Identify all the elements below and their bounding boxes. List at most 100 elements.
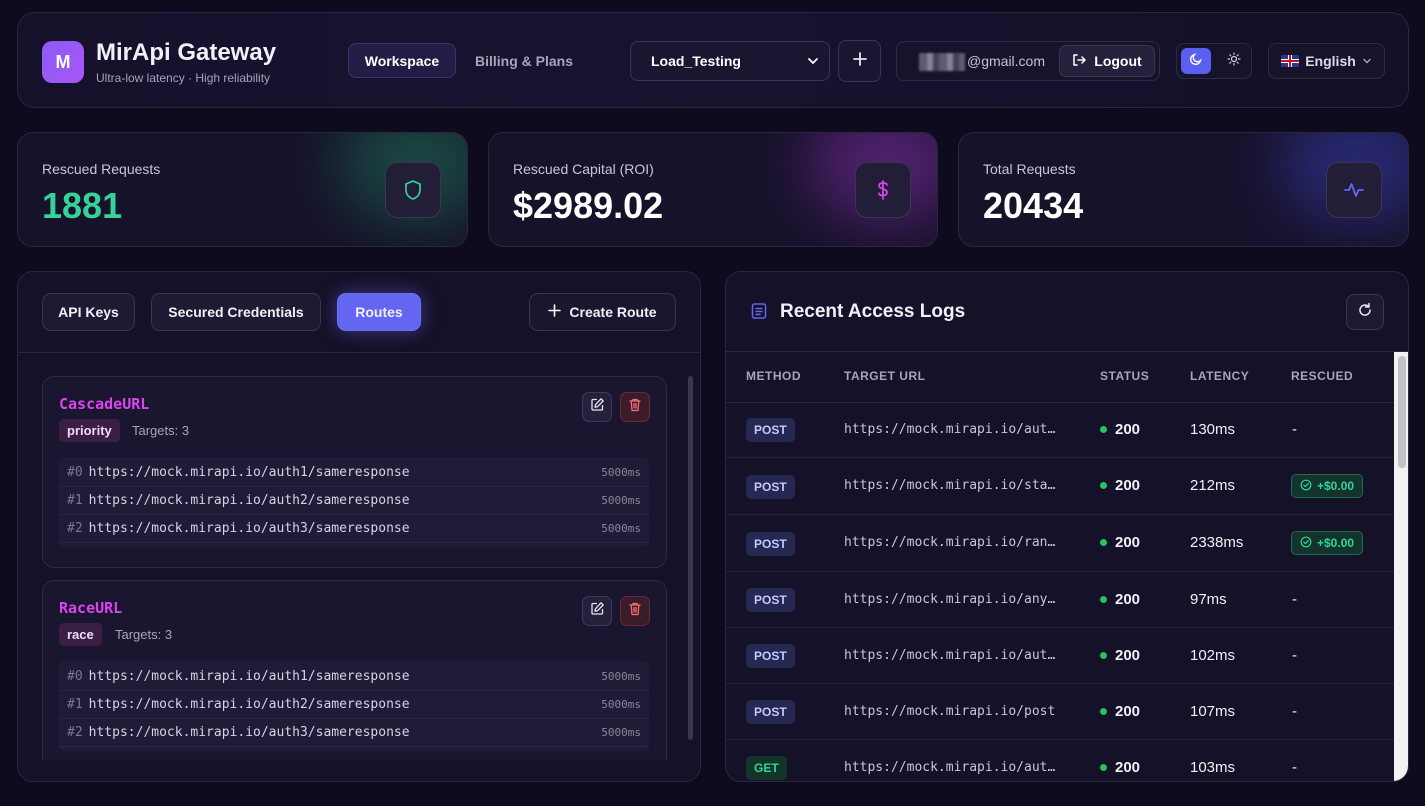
- target-timeout: 5000ms: [601, 494, 641, 507]
- target-list: #0 https://mock.mirapi.io/auth1/sameresp…: [59, 457, 649, 547]
- status-cell: 200: [1100, 421, 1140, 438]
- stat-label: Total Requests: [983, 161, 1076, 177]
- route-name: CascadeURL: [59, 395, 150, 413]
- chevron-down-icon: [807, 54, 819, 70]
- status-dot-icon: [1100, 764, 1107, 771]
- access-logs-panel: Recent Access Logs METHOD TARGET URL STA…: [725, 271, 1409, 782]
- edit-route-button[interactable]: [582, 392, 612, 422]
- target-index: #2: [67, 725, 83, 740]
- status-code: 200: [1115, 477, 1141, 494]
- create-route-button[interactable]: Create Route: [529, 293, 676, 331]
- status-code: 200: [1115, 421, 1141, 438]
- logout-icon: [1072, 53, 1087, 70]
- tab-api-keys[interactable]: API Keys: [42, 293, 135, 331]
- stat-card-total-requests: Total Requests 20434: [958, 132, 1409, 247]
- stat-card-rescued-capital: Rescued Capital (ROI) $2989.02: [488, 132, 938, 247]
- status-dot-icon: [1100, 708, 1107, 715]
- target-url-cell: https://mock.mirapi.io/aut…: [844, 760, 1056, 775]
- route-strategy-badge: race: [59, 623, 102, 646]
- create-route-label: Create Route: [569, 304, 657, 320]
- stat-card-rescued-requests: Rescued Requests 1881: [17, 132, 468, 247]
- column-header-target-url: TARGET URL: [844, 369, 926, 383]
- shield-icon: [385, 162, 441, 218]
- routes-panel: API Keys Secured Credentials Routes Crea…: [17, 271, 701, 782]
- edit-route-button[interactable]: [582, 596, 612, 626]
- target-url-cell: https://mock.mirapi.io/post: [844, 704, 1056, 719]
- stat-value: 20434: [983, 185, 1084, 226]
- user-email: @gmail.com: [967, 53, 1046, 69]
- target-row: #0 https://mock.mirapi.io/auth1/sameresp…: [59, 459, 649, 487]
- light-mode-button[interactable]: [1219, 48, 1249, 74]
- target-url-cell: https://mock.mirapi.io/aut…: [844, 422, 1056, 437]
- status-code: 200: [1115, 759, 1141, 776]
- table-row[interactable]: POST https://mock.mirapi.io/aut… 200 130…: [726, 402, 1394, 458]
- target-timeout: 5000ms: [601, 670, 641, 683]
- trash-icon: [628, 397, 642, 417]
- method-badge: POST: [746, 588, 795, 612]
- rescued-cell: -: [1292, 591, 1297, 608]
- top-header: M MirApi Gateway Ultra-low latency · Hig…: [17, 12, 1409, 108]
- logout-button[interactable]: Logout: [1059, 45, 1155, 77]
- method-badge: POST: [746, 644, 795, 668]
- target-url: https://mock.mirapi.io/auth1/samerespons…: [88, 465, 410, 480]
- table-row[interactable]: POST https://mock.mirapi.io/any… 200 97m…: [726, 572, 1394, 628]
- rescued-cell: -: [1292, 647, 1297, 664]
- plus-icon: [548, 304, 562, 320]
- logo: M: [42, 41, 84, 83]
- column-header-status: STATUS: [1100, 369, 1150, 383]
- refresh-button[interactable]: [1346, 294, 1384, 330]
- status-code: 200: [1115, 534, 1141, 551]
- rescued-cell: -: [1292, 421, 1297, 438]
- target-url: https://mock.mirapi.io/auth2/samerespons…: [88, 697, 410, 712]
- target-timeout: 5000ms: [601, 466, 641, 479]
- table-row[interactable]: POST https://mock.mirapi.io/post 200 107…: [726, 684, 1394, 740]
- method-badge: POST: [746, 418, 795, 442]
- target-timeout: 5000ms: [601, 522, 641, 535]
- target-timeout: 5000ms: [601, 726, 641, 739]
- logs-scrollbar-thumb[interactable]: [1398, 356, 1406, 468]
- latency-cell: 103ms: [1190, 759, 1236, 776]
- route-card: CascadeURL priority Targets: 3 #0 https:…: [42, 376, 667, 568]
- route-name: RaceURL: [59, 599, 123, 617]
- nav-workspace[interactable]: Workspace: [348, 43, 456, 78]
- stat-value: $2989.02: [513, 185, 664, 226]
- status-dot-icon: [1100, 652, 1107, 659]
- table-row[interactable]: POST https://mock.mirapi.io/aut… 200 102…: [726, 628, 1394, 684]
- latency-cell: 97ms: [1190, 591, 1227, 608]
- stat-label: Rescued Requests: [42, 161, 161, 177]
- rescued-amount: +$0.00: [1317, 536, 1355, 550]
- rescued-cell: -: [1292, 703, 1297, 720]
- target-row: #1 https://mock.mirapi.io/auth2/sameresp…: [59, 487, 649, 515]
- language-select[interactable]: English: [1268, 43, 1385, 79]
- status-dot-icon: [1100, 426, 1107, 433]
- target-index: #2: [67, 521, 83, 536]
- target-index: #0: [67, 465, 83, 480]
- list-icon: [750, 302, 768, 325]
- method-badge: POST: [746, 475, 795, 499]
- stat-label: Rescued Capital (ROI): [513, 161, 654, 177]
- target-url: https://mock.mirapi.io/auth1/samerespons…: [88, 669, 410, 684]
- delete-route-button[interactable]: [620, 392, 650, 422]
- tab-secured-credentials[interactable]: Secured Credentials: [151, 293, 321, 331]
- table-row[interactable]: GET https://mock.mirapi.io/aut… 200 103m…: [726, 740, 1394, 781]
- logs-title: Recent Access Logs: [780, 301, 966, 322]
- table-row[interactable]: POST https://mock.mirapi.io/ran… 200 233…: [726, 515, 1394, 572]
- add-project-button[interactable]: [838, 40, 881, 82]
- dark-mode-button[interactable]: [1181, 48, 1211, 74]
- target-index: #0: [67, 669, 83, 684]
- nav-billing[interactable]: Billing & Plans: [468, 43, 580, 78]
- tab-routes[interactable]: Routes: [337, 293, 421, 331]
- status-cell: 200: [1100, 534, 1140, 551]
- divider: [726, 351, 1408, 352]
- method-badge: POST: [746, 532, 795, 556]
- route-strategy-badge: priority: [59, 419, 120, 442]
- activity-icon: [1326, 162, 1382, 218]
- route-list-scrollbar[interactable]: [688, 376, 693, 740]
- table-row[interactable]: POST https://mock.mirapi.io/sta… 200 212…: [726, 458, 1394, 515]
- trash-icon: [628, 601, 642, 621]
- delete-route-button[interactable]: [620, 596, 650, 626]
- route-targets-count: Targets: 3: [115, 627, 173, 642]
- latency-cell: 102ms: [1190, 647, 1236, 664]
- project-select[interactable]: Load_Testing: [630, 41, 830, 81]
- moon-icon: [1189, 52, 1203, 71]
